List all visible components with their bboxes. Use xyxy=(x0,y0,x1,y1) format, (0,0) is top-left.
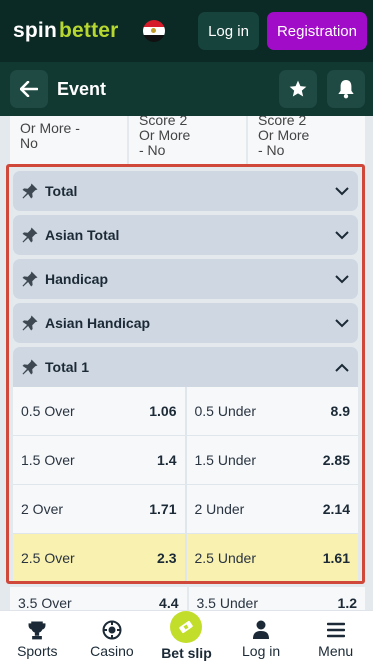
market-title: Asian Total xyxy=(45,227,120,243)
odd-label: Or More - xyxy=(20,120,80,136)
odd-label: 1.5 Over xyxy=(21,452,75,468)
nav-label: Log in xyxy=(242,642,281,659)
ticket-icon xyxy=(170,610,203,643)
odd-label: 0.5 Over xyxy=(21,403,75,419)
odd-label: 2.5 Over xyxy=(21,550,75,566)
spinbetter-logo[interactable]: spin better xyxy=(13,19,119,43)
market-title: Total xyxy=(45,183,78,199)
arrow-left-icon xyxy=(20,81,38,97)
odd-button[interactable]: 3.5 Under 1.2 xyxy=(188,587,365,611)
egypt-flag-icon[interactable] xyxy=(141,19,166,43)
nav-login[interactable]: Log in xyxy=(226,619,296,659)
market-header-asian-total[interactable]: Asian Total xyxy=(13,215,358,255)
nav-bet-slip[interactable]: Bet slip xyxy=(151,610,221,661)
bottom-navigation: Sports Casino Bet slip Log in Menu xyxy=(0,610,373,666)
registration-button[interactable]: Registration xyxy=(266,12,367,50)
market-title: Handicap xyxy=(45,271,109,287)
total-1-odds-grid: 0.5 Over 1.06 0.5 Under 8.9 1.5 Over 1.4 1.… xyxy=(13,387,358,581)
odd-button[interactable]: 2 Under 2.14 xyxy=(186,485,358,533)
market-header-handicap[interactable]: Handicap xyxy=(13,259,358,299)
odd-cell[interactable]: Score 2 Or More - No xyxy=(248,116,365,164)
odd-button[interactable]: 0.5 Under 8.9 xyxy=(186,387,358,435)
pin-icon[interactable] xyxy=(19,356,41,378)
page-title: Event xyxy=(57,78,107,99)
odd-button[interactable]: 3.5 Over 4.4 xyxy=(10,587,187,611)
pin-icon[interactable] xyxy=(19,224,41,246)
menu-icon xyxy=(326,619,345,641)
below-odds-row: 3.5 Over 4.4 3.5 Under 1.2 xyxy=(10,587,365,611)
odd-value: 1.2 xyxy=(337,595,357,611)
odd-label: 1.5 Under xyxy=(194,452,256,468)
pin-icon[interactable] xyxy=(19,312,41,334)
market-header-total-1[interactable]: Total 1 xyxy=(13,347,358,387)
casino-chip-icon xyxy=(102,619,122,641)
odd-button-selected[interactable]: 2.5 Over 2.3 xyxy=(13,534,185,581)
odd-label: - No xyxy=(139,142,166,158)
pin-icon[interactable] xyxy=(19,268,41,290)
odd-cell[interactable]: Score 2 Or More - No xyxy=(129,116,246,164)
pin-icon[interactable] xyxy=(19,180,41,202)
trophy-icon xyxy=(28,619,46,641)
odd-label: 2.5 Under xyxy=(194,550,256,566)
odd-label: 3.5 Over xyxy=(18,595,72,611)
notifications-button[interactable] xyxy=(327,70,365,108)
nav-label: Sports xyxy=(17,642,58,659)
logo-text-spin: spin xyxy=(13,19,57,42)
odd-label: 2 Over xyxy=(21,501,64,517)
partial-odds-row: Or More - No Score 2 Or More - No Score … xyxy=(10,116,365,164)
odd-label: Or More xyxy=(258,127,310,143)
top-header: spin better Log in Registration xyxy=(0,0,373,62)
chevron-down-icon xyxy=(332,225,352,245)
odd-label: 2 Under xyxy=(194,501,245,517)
star-icon xyxy=(289,80,307,97)
favorite-button[interactable] xyxy=(279,70,317,108)
nav-label: Menu xyxy=(318,642,354,659)
nav-casino[interactable]: Casino xyxy=(77,619,147,659)
market-header-total[interactable]: Total xyxy=(13,171,358,211)
odd-button[interactable]: 1.5 Under 2.85 xyxy=(186,436,358,484)
odd-value: 1.61 xyxy=(322,550,350,566)
odd-button[interactable]: 1.5 Over 1.4 xyxy=(13,436,185,484)
odd-label: No xyxy=(20,135,38,151)
odd-button-selected[interactable]: 2.5 Under 1.61 xyxy=(186,534,358,581)
market-title: Asian Handicap xyxy=(45,315,151,331)
odd-value: 2.85 xyxy=(322,452,350,468)
odd-button[interactable]: 0.5 Over 1.06 xyxy=(13,387,185,435)
odd-button[interactable]: 2 Over 1.71 xyxy=(13,485,185,533)
bell-icon xyxy=(338,80,354,99)
login-button[interactable]: Log in xyxy=(198,12,259,50)
odd-label: 3.5 Under xyxy=(196,595,258,611)
odd-label: 0.5 Under xyxy=(194,403,256,419)
odd-value: 1.71 xyxy=(149,501,177,517)
nav-label: Casino xyxy=(90,642,134,659)
nav-menu[interactable]: Menu xyxy=(301,619,371,659)
nav-sports[interactable]: Sports xyxy=(2,619,72,659)
market-header-asian-handicap[interactable]: Asian Handicap xyxy=(13,303,358,343)
chevron-down-icon xyxy=(332,269,352,289)
odd-value: 8.9 xyxy=(330,403,350,419)
odd-label: - No xyxy=(258,142,285,158)
odd-value: 2.14 xyxy=(322,501,350,517)
event-subheader: Event xyxy=(0,62,373,116)
chevron-up-icon xyxy=(332,357,352,377)
back-button[interactable] xyxy=(10,70,48,108)
logo-text-better: better xyxy=(58,19,119,42)
odd-cell[interactable]: Or More - No xyxy=(10,116,127,164)
odd-value: 1.06 xyxy=(149,403,177,419)
odd-value: 1.4 xyxy=(157,452,177,468)
chevron-down-icon xyxy=(332,181,352,201)
user-icon xyxy=(252,619,270,641)
odd-value: 4.4 xyxy=(159,595,179,611)
market-title: Total 1 xyxy=(45,359,90,375)
odd-label: Or More xyxy=(139,127,191,143)
nav-label: Bet slip xyxy=(161,644,212,661)
markets-list: Total Asian Total Handicap Asian Handica… xyxy=(6,164,365,584)
odd-value: 2.3 xyxy=(157,550,177,566)
chevron-down-icon xyxy=(332,313,352,333)
